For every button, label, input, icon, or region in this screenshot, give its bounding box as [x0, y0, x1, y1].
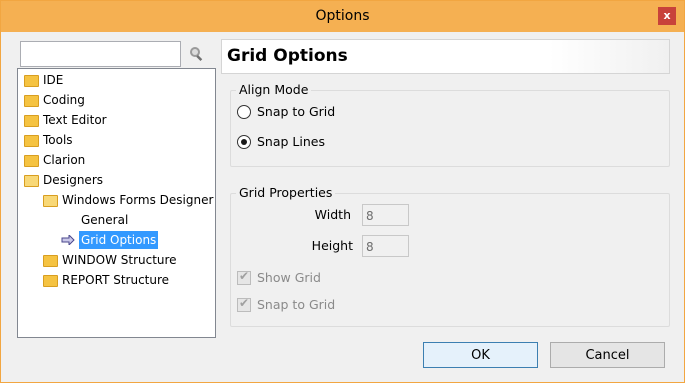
align-mode-group [230, 90, 670, 167]
tree-item-label: Grid Options [79, 231, 159, 249]
height-label: Height [311, 238, 353, 253]
title-bar[interactable]: Options x [1, 1, 684, 32]
cancel-button[interactable]: Cancel [550, 342, 665, 368]
tree-item-label: IDE [43, 73, 64, 87]
tree-item-label: General [81, 213, 129, 227]
tree-item-grid-options[interactable]: Grid Options [61, 231, 181, 249]
folder-open-icon [24, 175, 39, 187]
tree-item-label: WINDOW Structure [62, 253, 177, 267]
snap-to-grid-radio[interactable] [237, 105, 251, 119]
check-icon: ✔ [239, 296, 250, 310]
check-icon: ✔ [239, 269, 250, 283]
folder-icon [24, 95, 39, 107]
show-grid-checkbox[interactable]: ✔ [237, 269, 251, 285]
show-grid-label: Show Grid [257, 270, 321, 285]
panel-header: Grid Options [221, 39, 670, 74]
tree-item-windows-forms-designer[interactable]: Windows Forms Designer [43, 191, 213, 209]
width-input[interactable]: 8 [362, 204, 409, 226]
folder-icon [24, 75, 39, 87]
align-mode-label: Align Mode [236, 82, 312, 97]
header-gradient [549, 40, 669, 73]
tree-item-general[interactable]: General [81, 211, 181, 229]
folder-icon [24, 155, 39, 167]
options-tree[interactable]: IDE Coding Text Editor Tools Clarion Des… [17, 68, 216, 338]
tree-item-label: Coding [43, 93, 85, 107]
snap-lines-radio[interactable] [237, 135, 251, 149]
tree-item-report-structure[interactable]: REPORT Structure [43, 271, 213, 289]
page-title: Grid Options [227, 46, 348, 66]
tree-item-window-structure[interactable]: WINDOW Structure [43, 251, 213, 269]
folder-open-icon [43, 195, 58, 207]
options-dialog: Options x IDE Coding Text Editor Tools C… [0, 0, 685, 383]
snap-to-grid-checkbox[interactable]: ✔ [237, 296, 251, 312]
tree-item-ide[interactable]: IDE [24, 71, 204, 89]
search-icon [190, 47, 203, 62]
tree-item-label: Tools [43, 133, 73, 147]
window-title: Options [315, 8, 370, 24]
tree-item-clarion[interactable]: Clarion [24, 151, 204, 169]
search-input[interactable] [20, 41, 181, 67]
close-button[interactable]: x [658, 7, 676, 25]
tree-item-designers[interactable]: Designers [24, 171, 204, 189]
tree-item-label: REPORT Structure [62, 273, 170, 287]
tree-item-tools[interactable]: Tools [24, 131, 204, 149]
folder-icon [43, 275, 58, 287]
folder-icon [24, 135, 39, 147]
folder-icon [43, 255, 58, 267]
tree-item-text-editor[interactable]: Text Editor [24, 111, 204, 129]
tree-item-label: Clarion [43, 153, 86, 167]
snap-lines-radio-label[interactable]: Snap Lines [257, 134, 325, 149]
tree-item-label: Windows Forms Designer [62, 193, 214, 207]
snap-to-grid-checkbox-label: Snap to Grid [257, 297, 336, 312]
ok-button[interactable]: OK [423, 342, 538, 368]
folder-icon [24, 115, 39, 127]
radio-dot [241, 139, 247, 145]
arrow-right-icon [61, 235, 75, 245]
search-button[interactable] [187, 44, 207, 62]
snap-to-grid-radio-label[interactable]: Snap to Grid [257, 104, 335, 119]
grid-properties-label: Grid Properties [236, 185, 336, 200]
tree-item-label: Text Editor [43, 113, 107, 127]
tree-item-coding[interactable]: Coding [24, 91, 204, 109]
height-input[interactable]: 8 [362, 235, 409, 257]
tree-item-label: Designers [43, 173, 103, 187]
width-label: Width [314, 207, 351, 222]
